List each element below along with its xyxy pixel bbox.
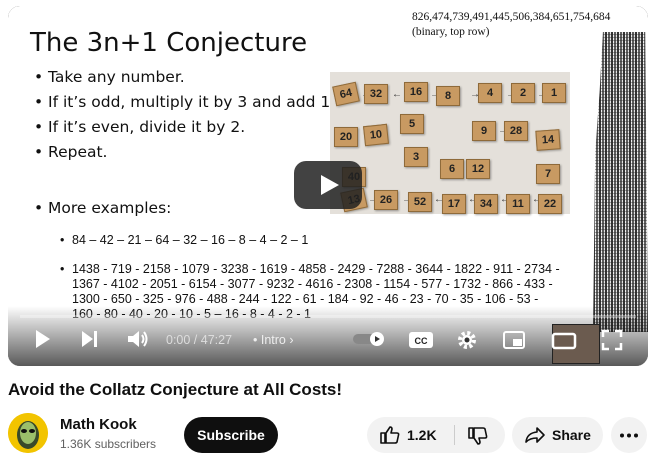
subscribe-button[interactable]: Subscribe [184,417,278,453]
thumbs-up-icon [380,426,400,444]
like-button[interactable]: 1.2K [367,417,453,453]
tile: 12 [466,159,490,179]
tile: 7 [536,164,560,184]
tile: 64 [332,81,360,107]
rule-item: If it’s even, divide it by 2. [34,118,335,143]
example-sequence-1: 84 – 42 – 21 – 64 – 32 – 16 – 8 – 4 – 2 … [60,233,308,247]
rules-list: Take any number. If it’s odd, multiply i… [34,68,335,168]
channel-name[interactable]: Math Kook [60,416,137,433]
more-actions-button[interactable] [611,417,647,453]
rule-item: Repeat. [34,143,335,168]
dislike-button[interactable] [455,417,505,453]
tile: 22 [538,194,562,214]
share-button[interactable]: Share [512,417,603,453]
gear-icon[interactable] [456,329,478,353]
like-dislike-group: 1.2K [367,417,505,453]
tile: 9 [472,121,496,141]
tile: 4 [478,83,502,103]
tile: 8 [436,86,460,106]
tile: 20 [334,127,358,147]
theater-icon[interactable] [551,332,577,356]
next-icon[interactable] [80,328,100,352]
video-player[interactable]: The 3n+1 Conjecture 826,474,739,491,445,… [8,6,648,366]
thumbs-down-icon [468,427,488,445]
captions-icon[interactable]: CC [408,330,434,354]
channel-avatar[interactable] [8,413,48,453]
tile: 5 [400,114,424,134]
chapter-text: • Intro [253,333,286,347]
rule-item: Take any number. [34,68,335,93]
subscriber-count: 1.36K subscribers [60,437,157,451]
tile: 11 [506,194,530,214]
tile: 10 [363,123,389,147]
tile: 17 [442,194,466,214]
big-play-button[interactable] [294,161,362,209]
svg-text:CC: CC [415,336,428,346]
play-icon[interactable] [34,328,52,352]
rule-item: If it’s odd, multiply it by 3 and add 1. [34,93,335,118]
time-display: 0:00 / 47:27 [166,333,233,347]
tiles-photo: 64 → 32 ← 16 → 8 → 4 → 2 → 1 20 10 5 9 →… [330,72,570,214]
tile: 26 [374,190,398,210]
tile: 6 [440,159,464,179]
autoplay-toggle-icon[interactable] [352,331,388,355]
top-caption: (binary, top row) [412,26,490,38]
tile: 52 [408,192,432,212]
like-count: 1.2K [407,427,437,443]
tile: 16 [404,82,428,102]
slide-title: The 3n+1 Conjecture [30,28,308,58]
tile: 2 [511,83,535,103]
chevron-right-icon: › [289,333,294,347]
more-examples-label: More examples: [34,199,171,217]
tile: 1 [542,83,566,103]
fullscreen-icon[interactable] [601,329,623,353]
binary-noise-strip [593,32,648,332]
tile: 28 [504,121,528,141]
chapter-label[interactable]: • Intro › [253,333,294,347]
share-icon [525,427,545,443]
tile: 14 [535,129,561,151]
video-title[interactable]: Avoid the Collatz Conjecture at All Cost… [8,380,342,400]
miniplayer-icon[interactable] [502,330,526,354]
share-label: Share [552,427,591,443]
volume-icon[interactable] [126,328,150,352]
progress-bar[interactable] [20,315,636,318]
tile: 3 [404,147,428,167]
tile: 32 [364,84,388,104]
more-horizontal-icon [620,433,638,438]
top-number: 826,474,739,491,445,506,384,651,754,684 [412,11,611,23]
tile: 34 [474,194,498,214]
